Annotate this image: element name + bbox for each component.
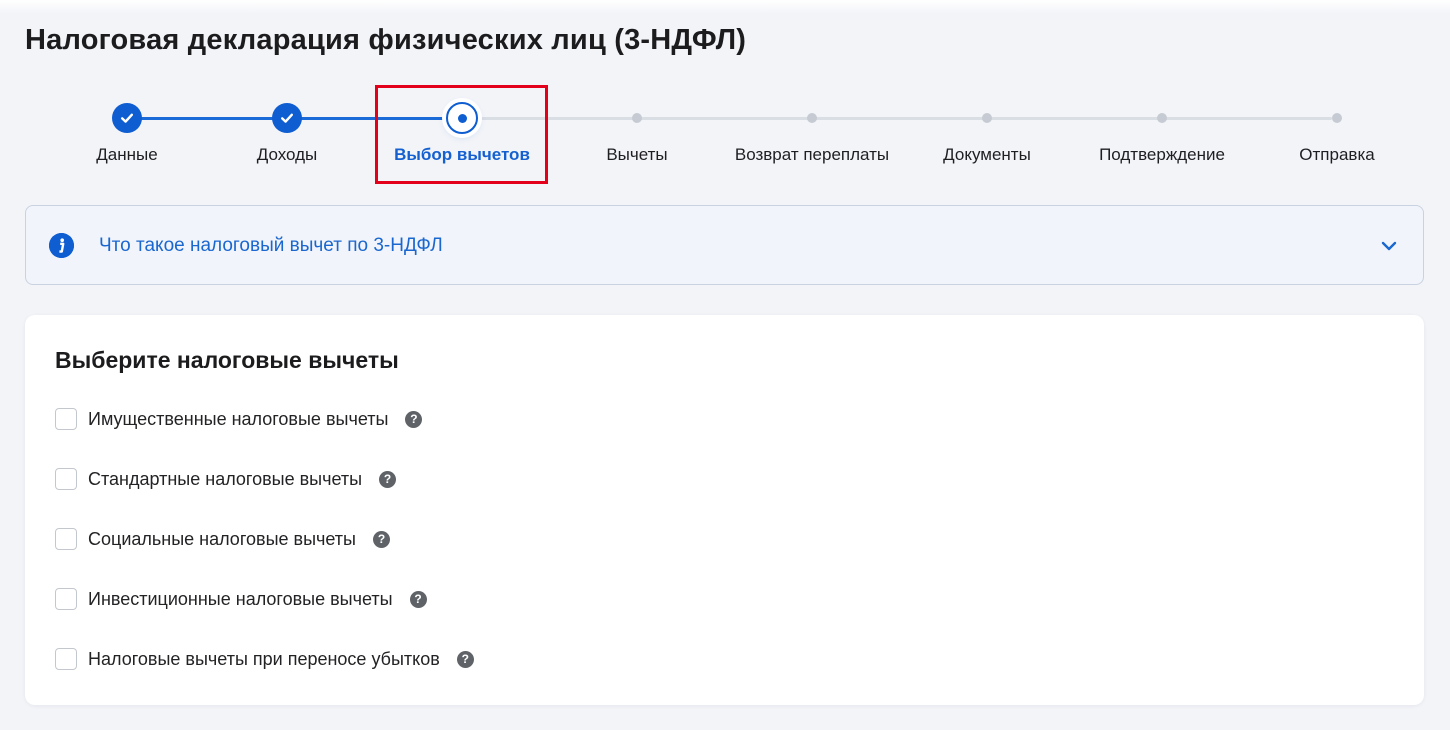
section-title: Выберите налоговые вычеты <box>55 347 399 373</box>
deduction-option-investment[interactable]: Инвестиционные налоговые вычеты ? <box>55 587 427 611</box>
deductions-card: Выберите налоговые вычеты Имущественные … <box>25 315 1424 705</box>
step-label: Возврат переплаты <box>734 145 890 164</box>
checkbox[interactable] <box>55 588 77 610</box>
page-title: Налоговая декларация физических лиц (3-Н… <box>25 24 747 56</box>
stepper-track-remaining <box>462 117 1332 120</box>
step-label: Подтверждение <box>1099 145 1225 164</box>
option-label[interactable]: Стандартные налоговые вычеты <box>88 469 362 490</box>
step-dot <box>1157 113 1167 123</box>
info-accordion[interactable]: Что такое налоговый вычет по 3-НДФЛ <box>25 205 1424 285</box>
step-label: Отправка <box>1299 145 1375 164</box>
info-accordion-title[interactable]: Что такое налоговый вычет по 3-НДФЛ <box>99 235 443 257</box>
checkbox[interactable] <box>55 408 77 430</box>
step-dot <box>807 113 817 123</box>
info-icon <box>49 233 74 258</box>
top-shadow <box>0 0 1450 14</box>
help-icon[interactable]: ? <box>409 590 427 608</box>
deduction-option-loss-carryforward[interactable]: Налоговые вычеты при переносе убытков ? <box>55 647 474 671</box>
step-label: Документы <box>943 145 1031 164</box>
option-label[interactable]: Социальные налоговые вычеты <box>88 529 356 550</box>
step-dot <box>632 113 642 123</box>
deduction-option-standard[interactable]: Стандартные налоговые вычеты ? <box>55 467 397 491</box>
deduction-option-property[interactable]: Имущественные налоговые вычеты ? <box>55 407 423 431</box>
step-label: Данные <box>96 145 158 164</box>
checkbox[interactable] <box>55 468 77 490</box>
option-label[interactable]: Налоговые вычеты при переносе убытков <box>88 649 440 670</box>
help-icon[interactable]: ? <box>373 530 390 548</box>
step-label: Доходы <box>256 145 318 164</box>
check-icon <box>112 103 142 133</box>
chevron-down-icon[interactable] <box>1379 236 1399 256</box>
help-icon[interactable]: ? <box>456 650 474 668</box>
help-icon[interactable]: ? <box>405 410 423 428</box>
option-label[interactable]: Имущественные налоговые вычеты <box>88 409 388 430</box>
progress-stepper: Данные Доходы Выбор вычетов Вычеты Возвр… <box>0 96 1450 176</box>
highlight-frame <box>375 85 548 184</box>
deduction-option-social[interactable]: Социальные налоговые вычеты ? <box>55 527 390 551</box>
step-dot <box>1332 113 1342 123</box>
checkbox[interactable] <box>55 648 77 670</box>
checkbox[interactable] <box>55 528 77 550</box>
step-label: Вычеты <box>606 145 668 164</box>
check-icon <box>272 103 302 133</box>
option-label[interactable]: Инвестиционные налоговые вычеты <box>88 589 393 610</box>
help-icon[interactable]: ? <box>379 470 397 488</box>
step-dot <box>982 113 992 123</box>
